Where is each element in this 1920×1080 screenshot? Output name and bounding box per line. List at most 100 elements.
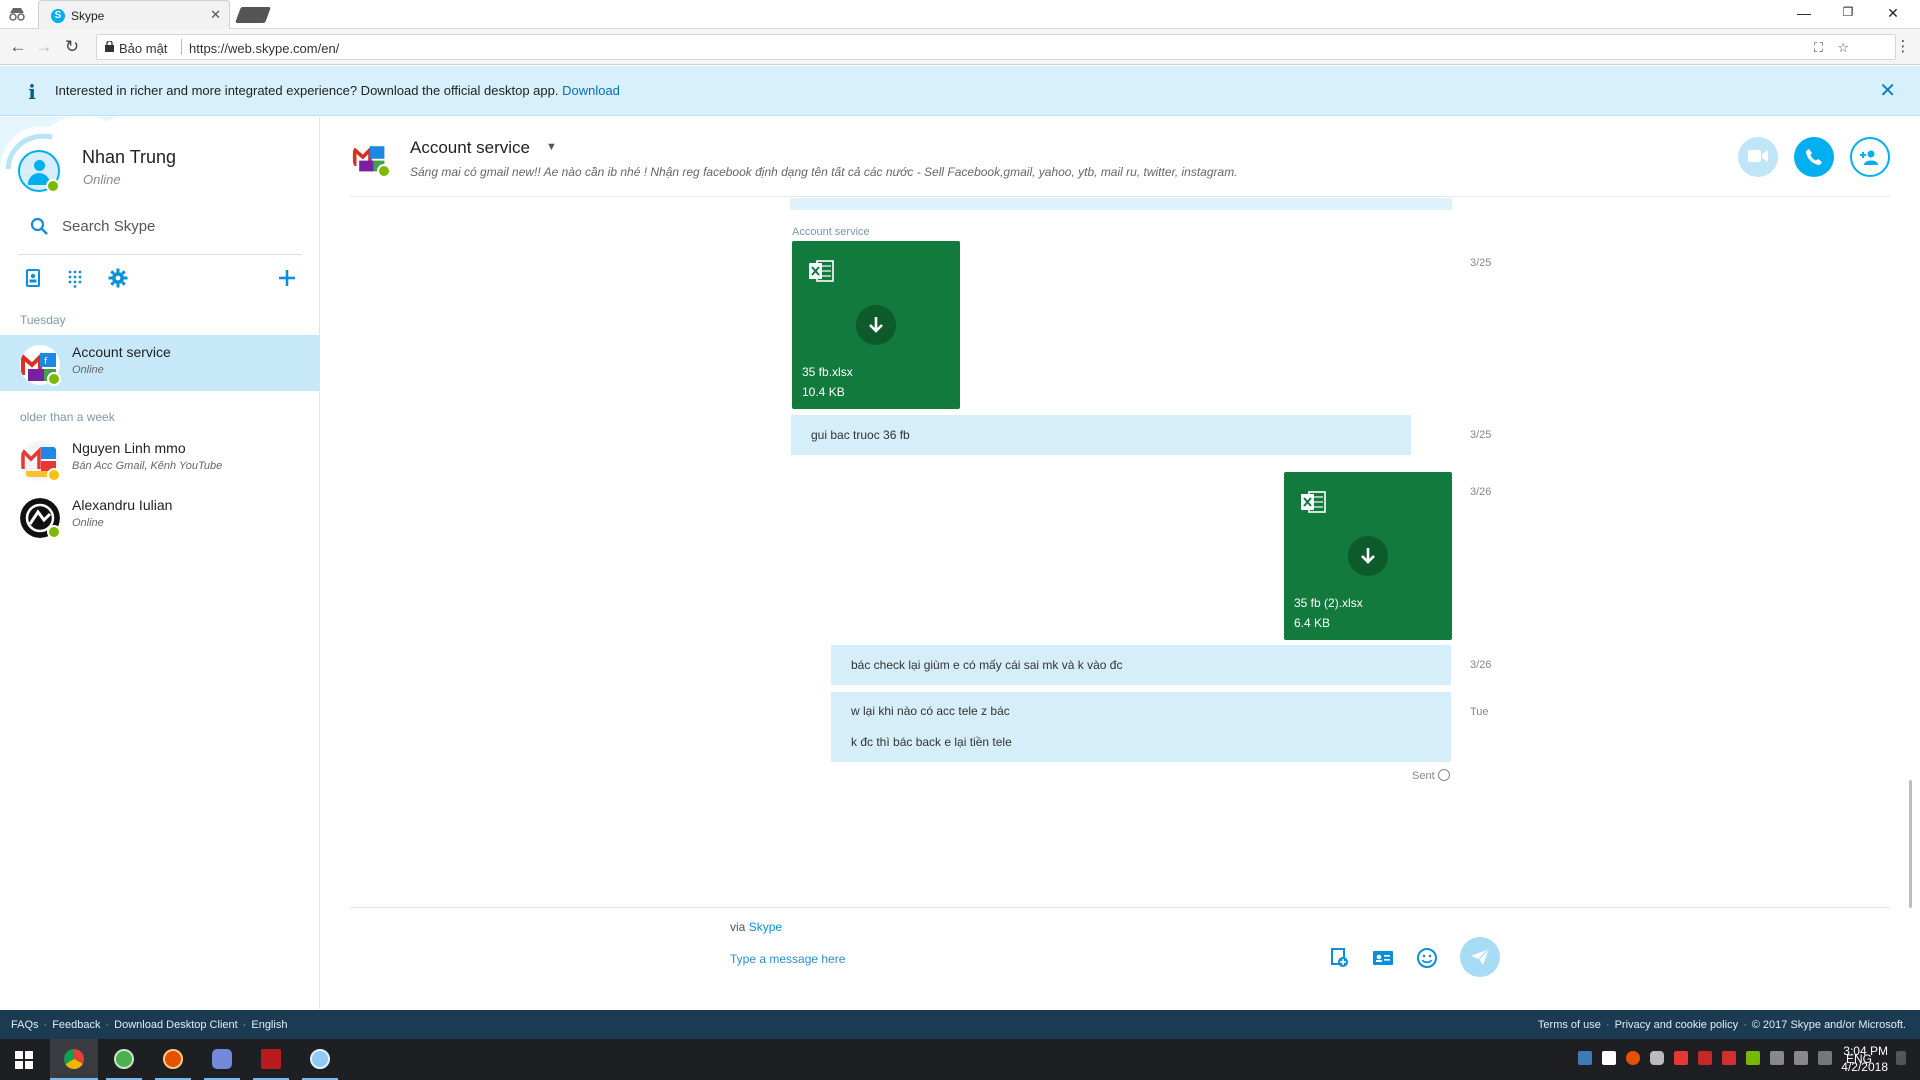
download-button[interactable] [1348,536,1388,576]
taskbar-discord[interactable] [198,1039,246,1080]
send-file-icon[interactable] [1328,946,1352,970]
presence-online-icon [47,372,61,386]
send-contact-card-icon[interactable] [1371,946,1395,970]
taskbar-app-blue[interactable] [296,1039,344,1080]
file-name: 35 fb (2).xlsx [1294,596,1363,610]
minimize-icon[interactable]: — [1794,5,1814,21]
volume-tray-icon[interactable] [1770,1051,1784,1065]
section-older: older than a week [20,410,115,424]
browser-tab-bar: S Skype ✕ — ❐ ✕ [0,0,1920,29]
lock-icon [105,41,114,52]
browser-tab-skype[interactable]: S Skype ✕ [38,0,230,29]
footer-link-terms[interactable]: Terms of use [1538,1019,1601,1031]
back-icon[interactable]: ← [8,37,28,57]
add-plus-icon[interactable] [276,267,298,289]
message-bubble[interactable]: w lại khi nào có acc tele z bác k đc thì… [831,692,1451,762]
avatar-head [34,160,45,171]
add-person-icon [1860,150,1878,165]
blue-app-icon [310,1049,330,1069]
red-tray-icon[interactable] [1674,1051,1688,1065]
add-participant-button[interactable] [1850,137,1890,177]
my-presence-online-icon [46,179,60,193]
taskbar-app-orange[interactable] [149,1039,197,1080]
download-link[interactable]: Download [562,83,620,98]
contact-account-service[interactable]: f Account service Online [0,335,319,391]
contact-nguyen-linh-mmo[interactable]: Nguyen Linh mmo Bán Acc Gmail, Kênh YouT… [0,431,319,487]
file-card[interactable]: 35 fb.xlsx 10.4 KB [792,241,960,409]
file-size: 6.4 KB [1294,616,1331,630]
window-close-icon[interactable]: ✕ [1883,5,1903,22]
taskbar-chrome[interactable] [50,1039,98,1080]
desktop-app-banner: i Interested in richer and more integrat… [0,66,1920,116]
excel-file-icon [1301,491,1326,513]
address-bar: ← → ↻ Bảo mật https://web.skype.com/en/ … [0,29,1920,65]
download-arrow-icon [1361,548,1375,564]
message-bubble[interactable]: gui bac truoc 36 fb [791,415,1411,455]
search-input[interactable] [62,213,302,239]
forward-icon[interactable]: → [34,37,54,57]
footer-copyright: © 2017 Skype and/or Microsoft. [1751,1019,1906,1031]
message-timestamp: 3/25 [1470,429,1492,441]
discord-tray-icon[interactable] [1650,1051,1664,1065]
taskbar-app-green[interactable] [100,1039,148,1080]
tab-title: Skype [71,9,105,23]
reload-icon[interactable]: ↻ [62,37,82,57]
footer-link-language[interactable]: English [251,1019,287,1031]
conversation-title[interactable]: Account service [410,138,530,158]
banner-close-icon[interactable]: ✕ [1879,78,1896,103]
dialpad-icon[interactable] [64,267,86,289]
security-tray-icon[interactable] [1722,1051,1736,1065]
contact-name: Nguyen Linh mmo [72,440,186,456]
browser-menu-icon[interactable]: ⋮ [1893,37,1913,55]
notifications-icon[interactable] [1896,1051,1906,1065]
sent-status: Sent [1412,769,1450,782]
new-tab-button[interactable] [235,7,271,23]
url-text: https://web.skype.com/en/ [189,41,340,56]
settings-gear-icon[interactable] [107,267,129,289]
secure-label: Bảo mật [119,41,168,56]
presence-online-icon [47,525,61,539]
download-arrow-icon [869,317,883,333]
start-button[interactable] [0,1039,48,1080]
via-skype-link[interactable]: Skype [749,920,782,934]
audio-call-button[interactable] [1794,137,1834,177]
footer-link-download-desktop[interactable]: Download Desktop Client [114,1019,238,1031]
search-icon [30,217,48,235]
monitor-tray-icon[interactable] [1698,1051,1712,1065]
chevron-down-icon[interactable]: ▼ [546,141,557,153]
file-card[interactable]: 35 fb (2).xlsx 6.4 KB [1284,472,1452,640]
steam-tray-icon[interactable] [1578,1051,1592,1065]
chat-tray-icon[interactable] [1794,1051,1808,1065]
footer-separator: · [43,1019,48,1031]
v-tray-icon[interactable] [1602,1051,1616,1065]
message-bubble[interactable]: bác check lại giùm e có mấy cái sai mk v… [831,645,1451,685]
footer-link-faqs[interactable]: FAQs [11,1019,39,1031]
message-input[interactable] [730,948,1290,970]
bookmark-star-icon[interactable]: ☆ [1837,40,1849,56]
contacts-icon[interactable] [22,267,44,289]
emoticon-icon[interactable] [1415,946,1439,970]
messages-scrollbar[interactable] [1909,780,1912,908]
send-button[interactable] [1460,937,1500,977]
footer-link-feedback[interactable]: Feedback [52,1019,100,1031]
download-button[interactable] [856,305,896,345]
restore-icon[interactable]: ❐ [1838,5,1858,19]
taskbar-dota[interactable] [247,1039,295,1080]
nvidia-tray-icon[interactable] [1746,1051,1760,1065]
send-paper-plane-icon [1471,948,1490,965]
orange-tray-icon[interactable] [1626,1051,1640,1065]
network-tray-icon[interactable] [1818,1051,1832,1065]
info-icon: i [28,80,36,104]
url-field[interactable]: Bảo mật https://web.skype.com/en/ ⛶ ☆ [96,34,1896,60]
footer-separator: · [105,1019,110,1031]
video-call-button[interactable] [1738,137,1778,177]
my-name[interactable]: Nhan Trung [82,147,176,168]
url-separator [181,39,182,55]
taskbar-clock[interactable]: 3:04 PM 4/2/2018 [1841,1043,1888,1075]
footer-link-privacy[interactable]: Privacy and cookie policy [1615,1019,1739,1031]
translate-icon[interactable]: ⛶ [1814,40,1823,56]
tab-close-icon[interactable]: ✕ [210,7,221,23]
my-status[interactable]: Online [83,172,121,187]
contact-alexandru-iulian[interactable]: Alexandru Iulian Online [0,488,319,544]
footer-left-links: FAQs · Feedback · Download Desktop Client · En… [11,1019,287,1031]
